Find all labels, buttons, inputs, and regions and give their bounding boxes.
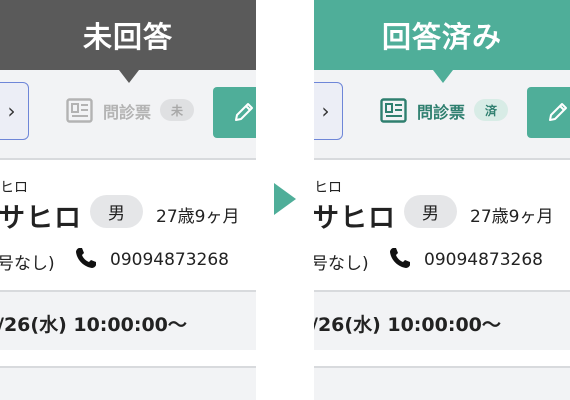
chevron-right-icon: › — [7, 99, 16, 123]
unanswered-header: 未回答 — [0, 0, 256, 83]
pencil-icon — [549, 103, 567, 121]
appointment-datetime: /26(水) 10:00:00〜 — [314, 314, 501, 336]
patient-furigana: ヒロ — [0, 180, 28, 196]
questionnaire-label[interactable]: 問診票 — [417, 99, 465, 123]
questionnaire-toolbar: › 問診票 済 — [314, 82, 570, 142]
phone-icon — [390, 248, 410, 268]
patient-furigana: ヒロ — [314, 180, 342, 196]
edit-button[interactable] — [213, 87, 256, 138]
patient-name: サヒロ — [314, 203, 396, 234]
gender-badge: 男 — [404, 195, 457, 228]
patient-name: サヒロ — [0, 203, 82, 234]
patient-phone: 09094873268 — [110, 250, 229, 270]
patient-age: 27歳9ヶ月 — [470, 207, 554, 227]
unanswered-panel: 未回答 › 問診票 未 ヒロ サヒロ 男 27歳9ヶ月 号なし) 0909487… — [0, 0, 256, 400]
gender-badge: 男 — [90, 195, 143, 228]
patient-card-number: 号なし) — [314, 254, 369, 274]
edit-button[interactable] — [527, 87, 570, 138]
chevron-right-button[interactable]: › — [0, 82, 29, 140]
questionnaire-label[interactable]: 問診票 — [103, 99, 151, 123]
patient-card-number: 号なし) — [0, 254, 55, 274]
chevron-right-icon: › — [321, 99, 330, 123]
appointment-datetime: /26(水) 10:00:00〜 — [0, 314, 187, 336]
patient-age: 27歳9ヶ月 — [156, 207, 240, 227]
status-badge: 済 — [474, 99, 508, 121]
document-list-icon — [380, 98, 407, 123]
chevron-right-button[interactable]: › — [314, 82, 343, 140]
pencil-icon — [235, 103, 253, 121]
document-list-icon — [66, 98, 93, 123]
header-title: 回答済み — [381, 20, 502, 54]
patient-phone: 09094873268 — [424, 250, 543, 270]
lower-card — [314, 366, 570, 400]
questionnaire-toolbar: › 問診票 未 — [0, 82, 256, 142]
lower-card — [0, 366, 256, 400]
spacer — [0, 350, 256, 366]
status-badge: 未 — [160, 99, 194, 121]
answered-header: 回答済み — [314, 0, 570, 83]
spacer — [314, 350, 570, 366]
header-title: 未回答 — [82, 20, 173, 54]
phone-icon — [76, 248, 96, 268]
answered-panel: 回答済み › 問診票 済 ヒロ サヒロ 男 27歳9ヶ月 号なし) 090948… — [314, 0, 570, 400]
arrow-right-icon — [274, 183, 296, 215]
